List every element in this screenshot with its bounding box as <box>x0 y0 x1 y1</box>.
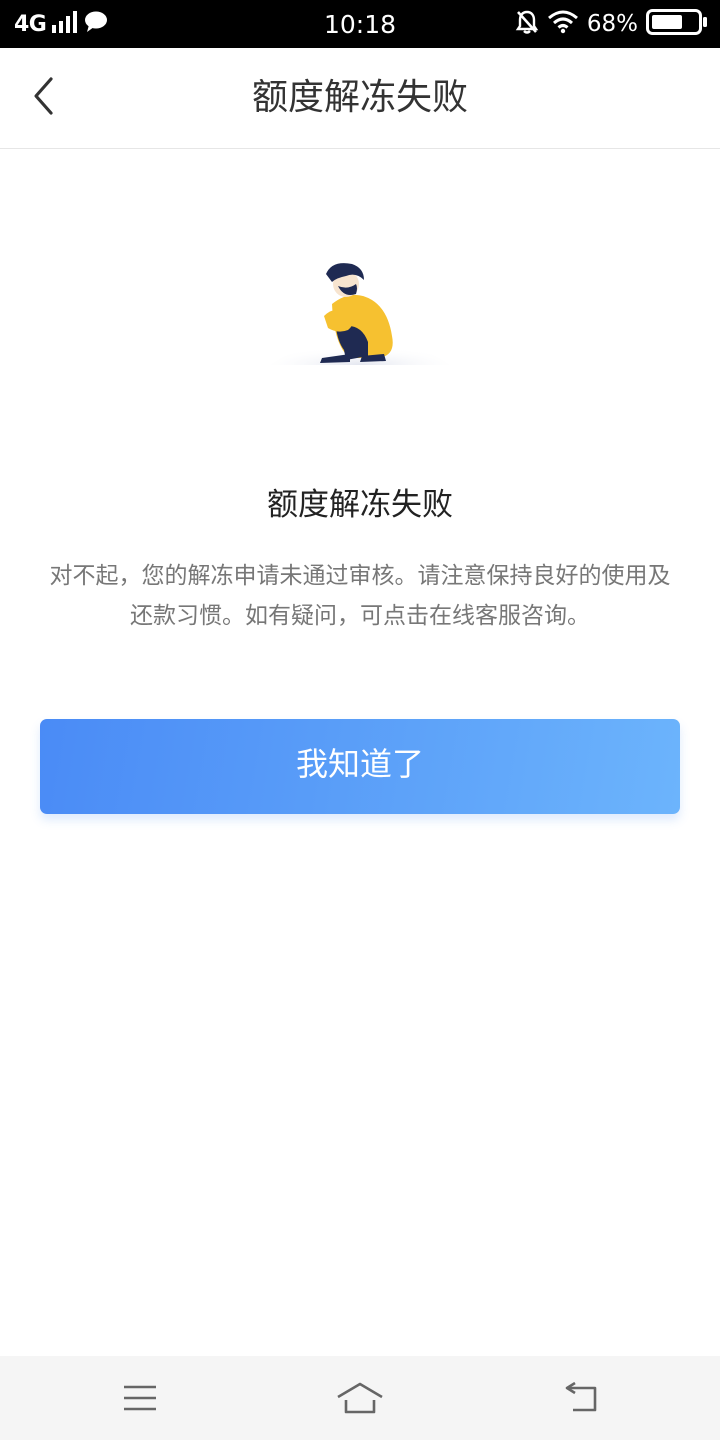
result-title: 额度解冻失败 <box>267 487 453 523</box>
wifi-icon <box>547 10 579 38</box>
home-icon[interactable] <box>335 1378 385 1418</box>
status-bar-right: 68% <box>515 0 708 48</box>
status-bar: 4G 10:18 68% <box>0 0 720 48</box>
nav-header: 额度解冻失败 <box>0 48 720 149</box>
mute-icon <box>515 9 539 39</box>
back-icon[interactable] <box>555 1378 605 1418</box>
battery-percent: 68% <box>586 11 638 37</box>
system-nav-bar <box>0 1356 720 1440</box>
battery-icon <box>646 9 708 39</box>
result-description: 对不起，您的解冻申请未通过审核。请注意保持良好的使用及还款习惯。如有疑问，可点击… <box>49 563 671 629</box>
sad-person-illustration <box>260 250 460 380</box>
menu-icon[interactable] <box>115 1378 165 1418</box>
page-title: 额度解冻失败 <box>251 77 468 118</box>
confirm-button[interactable]: 我知道了 <box>40 719 680 814</box>
